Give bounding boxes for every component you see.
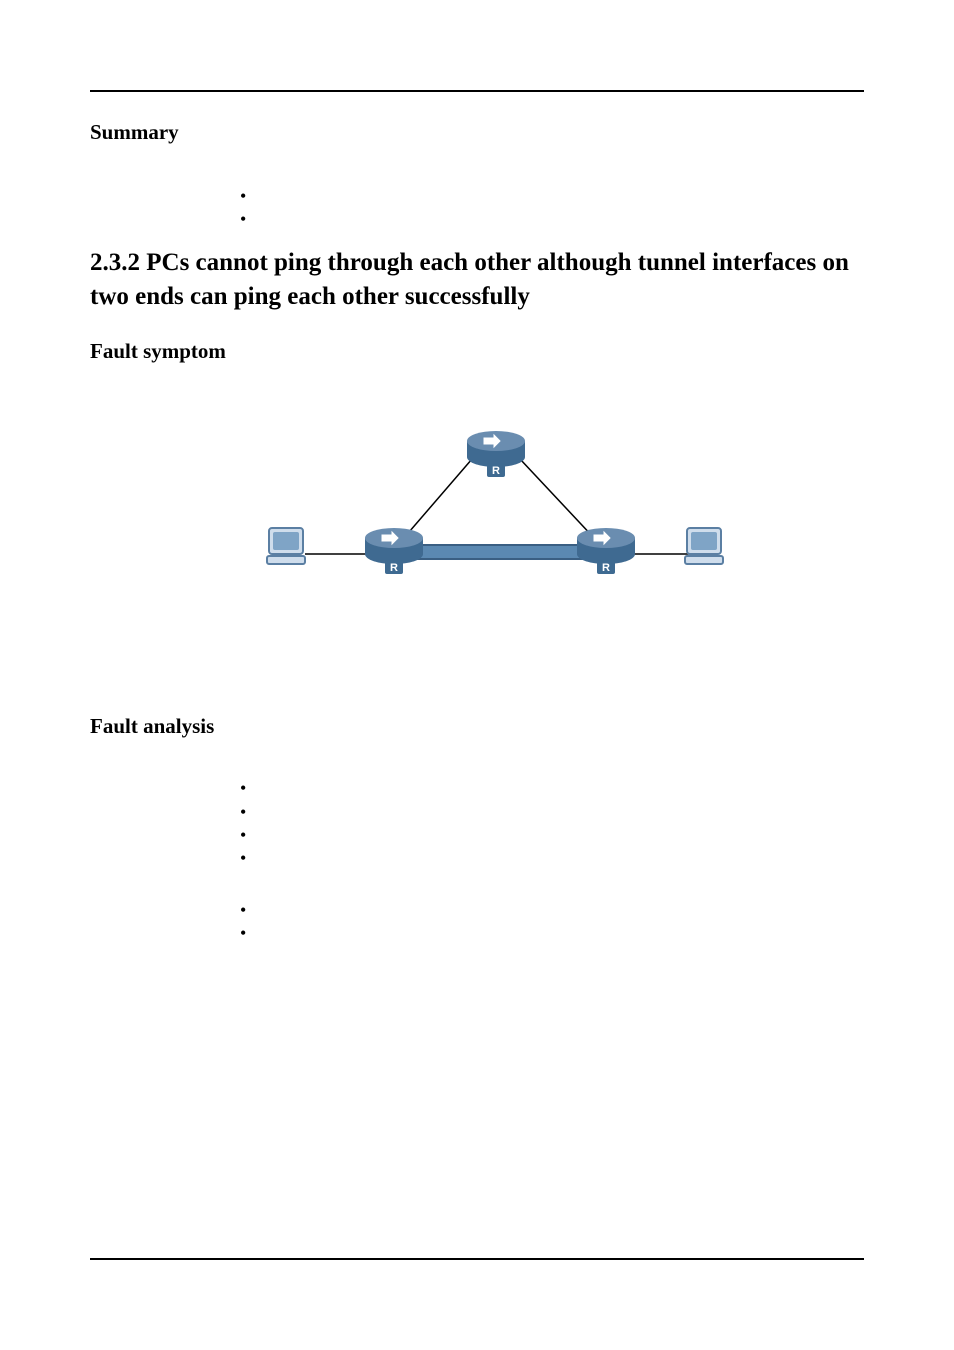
bullet-item: •: [240, 899, 864, 922]
analysis-bullets-2: • •: [240, 899, 864, 946]
router-right: R: [577, 528, 635, 574]
bullet-item: •: [240, 208, 864, 231]
heading-summary: Summary: [90, 120, 864, 145]
section-title: PCs cannot ping through each other altho…: [90, 249, 849, 310]
summary-bullets: • •: [240, 185, 864, 232]
bottom-rule: [90, 1258, 864, 1260]
network-diagram: R R R: [90, 404, 864, 604]
bullet-item: •: [240, 801, 864, 824]
bullet-item: •: [240, 185, 864, 208]
bullet-item: •: [240, 922, 864, 945]
top-rule: [90, 90, 864, 92]
heading-fault-symptom: Fault symptom: [90, 339, 864, 364]
link-right-top: [520, 459, 595, 539]
analysis-bullets-1: • • • •: [240, 777, 864, 871]
link-left-top: [403, 459, 472, 539]
router-top: R: [467, 431, 525, 477]
router-label: R: [602, 562, 610, 574]
pc-right: [685, 528, 723, 564]
section-number: 2.3.2: [90, 249, 140, 276]
router-label: R: [390, 562, 398, 574]
bullet-item: •: [240, 824, 864, 847]
diagram-svg: R R R: [197, 404, 757, 604]
bullet-item: •: [240, 777, 864, 800]
page: Summary • • 2.3.2 PCs cannot ping throug…: [0, 0, 954, 1350]
router-left: R: [365, 528, 423, 574]
bullet-item: •: [240, 847, 864, 870]
pc-left: [267, 528, 305, 564]
heading-fault-analysis: Fault analysis: [90, 714, 864, 739]
router-label: R: [492, 465, 500, 477]
heading-section: 2.3.2 PCs cannot ping through each other…: [90, 246, 864, 314]
